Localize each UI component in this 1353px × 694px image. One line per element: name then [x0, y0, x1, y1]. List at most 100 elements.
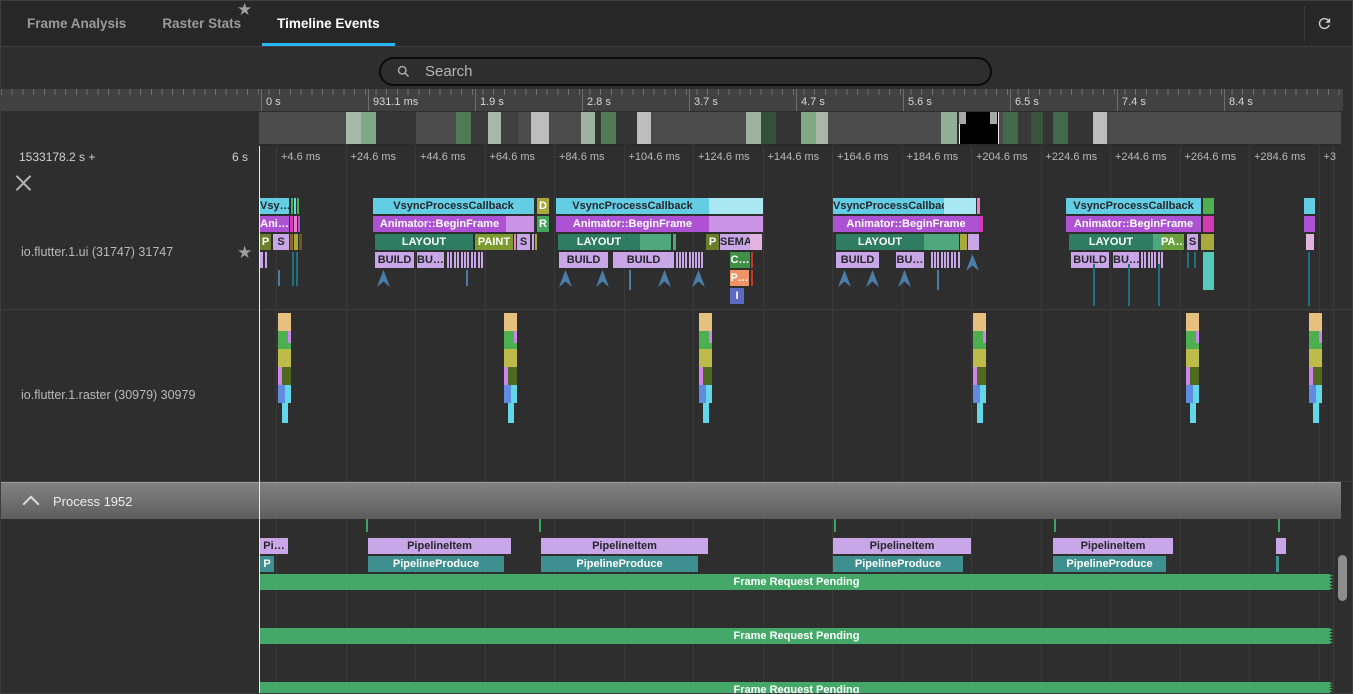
flame-event-bar[interactable] [924, 234, 959, 250]
search-input[interactable] [423, 62, 927, 81]
flame-bar-paint[interactable]: PAINT [475, 234, 513, 250]
frame-start-arrow-marker[interactable] [559, 270, 572, 287]
flame-bar-vsyncprocesscallback[interactable]: VsyncProcessCallback [373, 198, 534, 214]
flame-bar-layout[interactable]: LAYOUT [558, 234, 640, 250]
viewport-drag-handle[interactable] [990, 112, 997, 124]
raster-event-bar[interactable] [1196, 331, 1199, 343]
flame-event-bar[interactable] [701, 252, 703, 268]
raster-event-bar[interactable] [504, 385, 511, 403]
flame-bar-r[interactable]: R [537, 216, 549, 232]
flame-event-bar[interactable] [532, 234, 534, 250]
raster-event-bar[interactable] [977, 403, 983, 423]
raster-event-bar[interactable] [282, 403, 288, 423]
frame-start-arrow-marker[interactable] [838, 270, 851, 287]
flame-event-bar[interactable] [640, 234, 671, 250]
flame-event-bar[interactable] [679, 252, 681, 268]
flame-event-bar[interactable] [1148, 252, 1150, 268]
flame-event-bar[interactable] [941, 252, 943, 268]
frame-start-arrow-marker[interactable] [898, 270, 911, 287]
raster-event-bar[interactable] [1186, 313, 1199, 331]
flame-event-bar[interactable] [1154, 252, 1156, 268]
flame-event-bar[interactable] [977, 198, 980, 214]
raster-event-bar[interactable] [699, 385, 706, 403]
flame-bar-build[interactable]: BUILD [836, 252, 879, 268]
flame-bar-animator-beginframe[interactable]: Animator::BeginFrame [373, 216, 506, 232]
flame-event-bar[interactable] [467, 252, 469, 268]
flame-event-bar[interactable] [1203, 216, 1214, 232]
flame-event-bar[interactable] [299, 234, 302, 250]
raster-event-bar[interactable] [703, 403, 709, 423]
raster-event-bar[interactable] [1186, 349, 1199, 367]
flame-bar-build[interactable]: BUILD [559, 252, 608, 268]
vertical-scrollbar-thumb[interactable] [1338, 555, 1347, 601]
flame-bar-frame-request-pending[interactable]: Frame Request Pending [260, 682, 1333, 694]
flame-bar-build[interactable]: BUILD [1071, 252, 1109, 268]
flame-event-bar[interactable] [294, 198, 296, 214]
flame-bar-sema[interactable]: SEMA… [720, 234, 750, 250]
flame-event-bar[interactable] [474, 252, 476, 268]
raster-event-bar[interactable] [973, 313, 986, 331]
flame-event-bar[interactable] [1151, 252, 1153, 268]
flame-bar-d[interactable]: D [537, 198, 549, 214]
flame-event-bar[interactable] [481, 252, 483, 268]
flame-bar-animator-beginframe[interactable]: Animator::BeginFrame [556, 216, 709, 232]
flame-event-bar[interactable] [260, 252, 263, 268]
flame-bar-pipelineitem[interactable]: PipelineItem [368, 538, 511, 554]
flame-bar-bu[interactable]: BU… [417, 252, 444, 268]
flame-event-bar[interactable] [931, 252, 933, 268]
flame-event-bar[interactable] [689, 252, 691, 268]
flame-event-bar[interactable] [979, 216, 983, 232]
frame-start-arrow-marker[interactable] [966, 254, 979, 271]
flame-event-bar[interactable] [457, 252, 459, 268]
raster-event-bar[interactable] [288, 331, 291, 343]
flame-event-bar[interactable] [298, 216, 300, 232]
flame-bar-p[interactable]: P [260, 234, 271, 250]
search-bar[interactable] [379, 57, 992, 86]
frame-start-arrow-marker[interactable] [596, 270, 609, 287]
flame-bar-pipelineproduce[interactable]: PipelineProduce [368, 556, 504, 572]
flame-bar-s[interactable]: S [517, 234, 530, 250]
flame-bar-p[interactable]: P [260, 556, 274, 572]
raster-event-bar[interactable] [1193, 385, 1199, 403]
flame-bar-vsyncprocesscallback[interactable]: VsyncProcessCallback [833, 198, 944, 214]
flame-event-bar[interactable] [751, 270, 753, 286]
tab-frame-analysis[interactable]: Frame Analysis [9, 1, 144, 46]
flame-event-bar[interactable] [450, 252, 452, 268]
raster-event-bar[interactable] [699, 349, 712, 367]
flame-bar-s[interactable]: S [1187, 234, 1198, 250]
flame-bar-vsyncprocesscallback[interactable]: VsyncProcessCallback [1066, 198, 1201, 214]
flame-event-bar[interactable] [1141, 252, 1143, 268]
flame-event-bar[interactable] [709, 216, 763, 232]
flame-event-bar[interactable] [506, 216, 534, 232]
flame-event-bar[interactable] [958, 252, 960, 268]
flame-event-bar[interactable] [461, 252, 463, 268]
raster-event-bar[interactable] [504, 349, 517, 367]
flame-event-bar[interactable] [1304, 216, 1315, 232]
process-group-header[interactable]: Process 1952 [1, 482, 1341, 519]
flame-event-bar[interactable] [673, 234, 676, 250]
viewport-drag-handle[interactable] [959, 112, 966, 124]
raster-event-bar[interactable] [278, 385, 285, 403]
expand-all-button[interactable] [16, 182, 32, 198]
flame-event-bar[interactable] [676, 252, 678, 268]
flame-bar-build[interactable]: BUILD [375, 252, 414, 268]
flame-event-bar[interactable] [937, 252, 939, 268]
flame-event-bar[interactable] [960, 234, 967, 250]
flame-bar-vsy[interactable]: Vsy… [260, 198, 289, 214]
raster-event-bar[interactable] [282, 367, 291, 385]
flame-event-bar[interactable] [471, 252, 473, 268]
raster-event-bar[interactable] [508, 367, 517, 385]
raster-event-bar[interactable] [983, 331, 986, 343]
flame-event-bar[interactable] [290, 216, 293, 232]
flame-event-bar[interactable] [944, 198, 976, 214]
flame-event-bar[interactable] [682, 252, 684, 268]
flame-event-bar[interactable] [265, 252, 267, 268]
flame-event-bar[interactable] [1276, 556, 1279, 572]
flame-bar-vsyncprocesscallback[interactable]: VsyncProcessCallback [556, 198, 709, 214]
frame-start-arrow-marker[interactable] [377, 270, 390, 287]
raster-event-bar[interactable] [508, 403, 514, 423]
raster-event-bar[interactable] [980, 385, 986, 403]
raster-event-bar[interactable] [973, 349, 986, 367]
flame-bar-p[interactable]: P… [730, 270, 749, 286]
flame-bar-pipelineitem[interactable]: PipelineItem [833, 538, 971, 554]
